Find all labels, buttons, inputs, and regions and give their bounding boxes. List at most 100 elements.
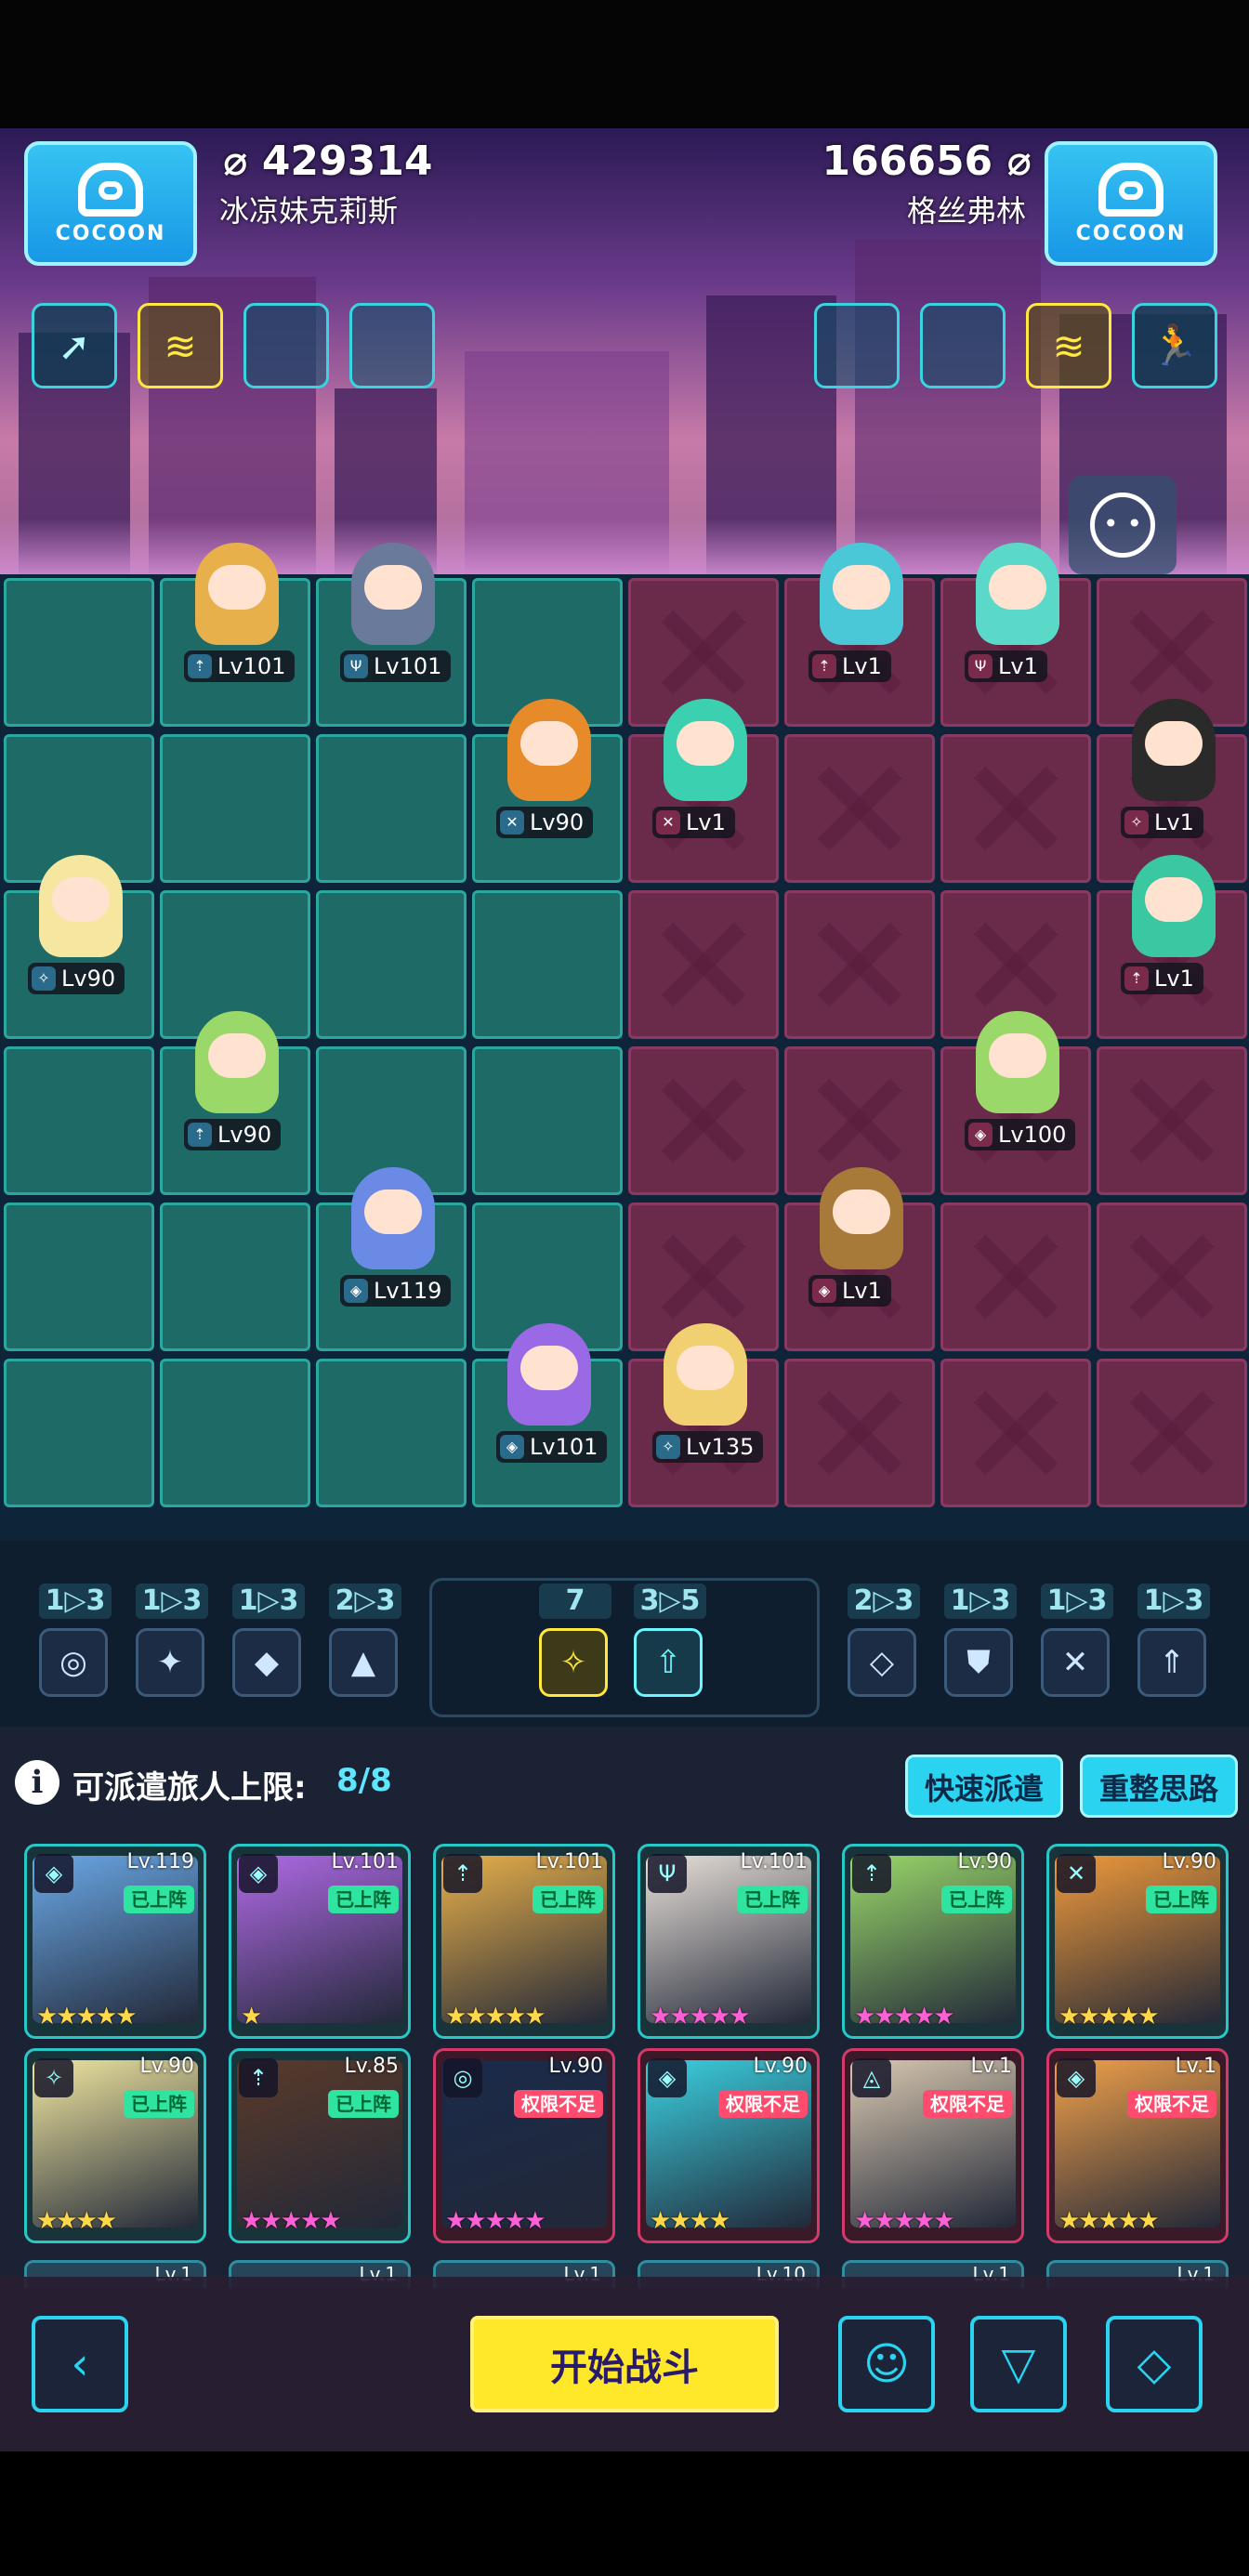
synergy-slot[interactable]: 2▷3 ▲ bbox=[329, 1584, 401, 1697]
filter-icon[interactable]: ▽ bbox=[970, 2316, 1067, 2412]
sparkle-icon: ✧ bbox=[539, 1628, 608, 1697]
character-card[interactable]: ◬ Lv.1 权限不足 ★★★★★ bbox=[842, 2048, 1024, 2243]
enemy-unit[interactable]: ◈ Lv100 bbox=[948, 1005, 1087, 1162]
ally-unit[interactable]: ⇡ Lv101 bbox=[167, 537, 307, 693]
enemy-unit[interactable]: ⇡ Lv1 bbox=[1104, 849, 1243, 1005]
enemy-tile[interactable] bbox=[784, 890, 935, 1039]
card-level: Lv.90 bbox=[139, 2055, 194, 2078]
dispatch-limit-label: 可派遣旅人上限: bbox=[72, 1769, 307, 1807]
empty-skill-slot bbox=[814, 303, 900, 388]
ally-tile[interactable] bbox=[472, 1046, 623, 1195]
ally-unit[interactable]: ✕ Lv90 bbox=[480, 693, 619, 849]
enemy-tile[interactable] bbox=[628, 890, 779, 1039]
ally-tile[interactable] bbox=[4, 1046, 154, 1195]
synergy-count: 1▷3 bbox=[232, 1584, 305, 1619]
reset-formation-button[interactable]: 重整思路 bbox=[1080, 1755, 1239, 1818]
enemy-unit[interactable]: ⇡ Lv1 bbox=[792, 537, 931, 693]
enemy-tile[interactable] bbox=[784, 1359, 935, 1507]
character-card[interactable]: ⇡ Lv.90 已上阵 ★★★★★ bbox=[842, 1844, 1024, 2039]
wave-glyph-icon[interactable]: ≋ bbox=[138, 303, 223, 388]
character-card[interactable]: ⇡ Lv.101 已上阵 ★★★★★ bbox=[433, 1844, 615, 2039]
enemy-unit[interactable]: Ψ Lv1 bbox=[948, 537, 1087, 693]
character-card[interactable]: ◈ Lv.90 权限不足 ★★★★ bbox=[638, 2048, 820, 2243]
class-icon: ✕ bbox=[1057, 1854, 1096, 1893]
start-battle-button[interactable]: 开始战斗 bbox=[470, 2316, 779, 2412]
character-face bbox=[833, 565, 890, 610]
arrow-burst-icon[interactable]: ➚ bbox=[32, 303, 117, 388]
synergy-slot[interactable]: 1▷3 ⛊ bbox=[944, 1584, 1017, 1697]
character-face bbox=[833, 1189, 890, 1234]
ally-tile[interactable] bbox=[316, 890, 467, 1039]
enemy-unit[interactable]: ✧ Lv1 bbox=[1104, 693, 1243, 849]
class-icon: ✧ bbox=[656, 1435, 680, 1459]
enemy-unit[interactable]: ◈ Lv1 bbox=[792, 1162, 931, 1318]
ally-unit[interactable]: ◈ Lv119 bbox=[323, 1162, 463, 1318]
enemy-tile[interactable] bbox=[1097, 1359, 1247, 1507]
deployed-badge: 已上阵 bbox=[328, 1886, 399, 1913]
player-left-logo: COCOON bbox=[24, 141, 197, 266]
ally-unit[interactable]: ✧ Lv135 bbox=[636, 1318, 775, 1474]
ally-tile[interactable] bbox=[472, 890, 623, 1039]
synergy-slot[interactable]: 1▷3 ◎ bbox=[39, 1584, 112, 1697]
character-face bbox=[364, 1189, 422, 1234]
back-button[interactable]: ‹ bbox=[32, 2316, 128, 2412]
enemy-tile[interactable] bbox=[940, 1203, 1091, 1351]
unit-level-badge: ✕ Lv1 bbox=[652, 807, 735, 838]
ally-unit[interactable]: ◈ Lv101 bbox=[480, 1318, 619, 1474]
synergy-slot[interactable]: 7 ✧ bbox=[539, 1584, 611, 1697]
synergy-slot[interactable]: 3▷5 ⇧ bbox=[634, 1584, 706, 1697]
ally-tile[interactable] bbox=[4, 1203, 154, 1351]
character-card[interactable]: ⇡ Lv.85 已上阵 ★★★★★ bbox=[229, 2048, 411, 2243]
info-icon[interactable]: i bbox=[15, 1760, 59, 1805]
enemy-tile[interactable] bbox=[628, 1046, 779, 1195]
ally-tile[interactable] bbox=[316, 1359, 467, 1507]
ally-tile[interactable] bbox=[160, 734, 310, 883]
enemy-unit[interactable]: ✕ Lv1 bbox=[636, 693, 775, 849]
character-card[interactable]: ◈ Lv.1 权限不足 ★★★★★ bbox=[1046, 2048, 1229, 2243]
character-card[interactable]: ◈ Lv.101 已上阵 ★ bbox=[229, 1844, 411, 2039]
synergy-slot[interactable]: 1▷3 ⇑ bbox=[1137, 1584, 1210, 1697]
star-rating: ★★★★★ bbox=[1058, 2207, 1160, 2235]
runner-icon[interactable]: 🏃 bbox=[1132, 303, 1217, 388]
character-card[interactable]: ✧ Lv.90 已上阵 ★★★★ bbox=[24, 2048, 206, 2243]
sort-icon[interactable]: ◇ bbox=[1106, 2316, 1203, 2412]
diamond-icon: ◇ bbox=[848, 1628, 916, 1697]
class-icon: ⇡ bbox=[188, 654, 212, 678]
synergy-slot[interactable]: 1▷3 ✕ bbox=[1041, 1584, 1113, 1697]
wave-glyph-icon[interactable]: ≋ bbox=[1026, 303, 1111, 388]
synergy-slot[interactable]: 1▷3 ✦ bbox=[136, 1584, 208, 1697]
enemy-tile[interactable] bbox=[1097, 1046, 1247, 1195]
ally-tile[interactable] bbox=[4, 578, 154, 727]
navigation-bar bbox=[0, 2451, 1249, 2576]
unit-level-text: Lv90 bbox=[530, 809, 585, 835]
class-icon: ⇡ bbox=[1124, 966, 1149, 991]
deployed-badge: 已上阵 bbox=[941, 1886, 1012, 1913]
deployed-badge: 已上阵 bbox=[124, 1886, 194, 1913]
arrow-up-icon: ⇑ bbox=[1137, 1628, 1206, 1697]
ally-unit[interactable]: ✧ Lv90 bbox=[11, 849, 151, 1005]
character-face bbox=[1145, 721, 1203, 766]
ally-tile[interactable] bbox=[4, 1359, 154, 1507]
unit-level-text: Lv135 bbox=[686, 1434, 755, 1460]
brain-icon[interactable]: ☺ bbox=[838, 2316, 935, 2412]
synergy-slot[interactable]: 1▷3 ◆ bbox=[232, 1584, 305, 1697]
enemy-tile[interactable] bbox=[784, 734, 935, 883]
character-card[interactable]: Ψ Lv.101 已上阵 ★★★★★ bbox=[638, 1844, 820, 2039]
enemy-tile[interactable] bbox=[940, 1359, 1091, 1507]
character-card[interactable]: ◈ Lv.119 已上阵 ★★★★★ bbox=[24, 1844, 206, 2039]
ally-tile[interactable] bbox=[160, 1359, 310, 1507]
insufficient-permission-badge: 权限不足 bbox=[923, 2090, 1012, 2118]
ally-tile[interactable] bbox=[160, 1203, 310, 1351]
ally-tile[interactable] bbox=[316, 734, 467, 883]
ally-unit[interactable]: ⇡ Lv90 bbox=[167, 1005, 307, 1162]
character-card[interactable]: ✕ Lv.90 已上阵 ★★★★★ bbox=[1046, 1844, 1229, 2039]
quick-dispatch-button[interactable]: 快速派遣 bbox=[905, 1755, 1064, 1818]
character-face bbox=[677, 1346, 734, 1390]
synergy-slot[interactable]: 2▷3 ◇ bbox=[848, 1584, 920, 1697]
deployed-badge: 已上阵 bbox=[532, 1886, 603, 1913]
class-icon: ◎ bbox=[443, 2058, 482, 2097]
ally-unit[interactable]: Ψ Lv101 bbox=[323, 537, 463, 693]
character-card[interactable]: ◎ Lv.90 权限不足 ★★★★★ bbox=[433, 2048, 615, 2243]
enemy-tile[interactable] bbox=[940, 734, 1091, 883]
enemy-tile[interactable] bbox=[1097, 1203, 1247, 1351]
